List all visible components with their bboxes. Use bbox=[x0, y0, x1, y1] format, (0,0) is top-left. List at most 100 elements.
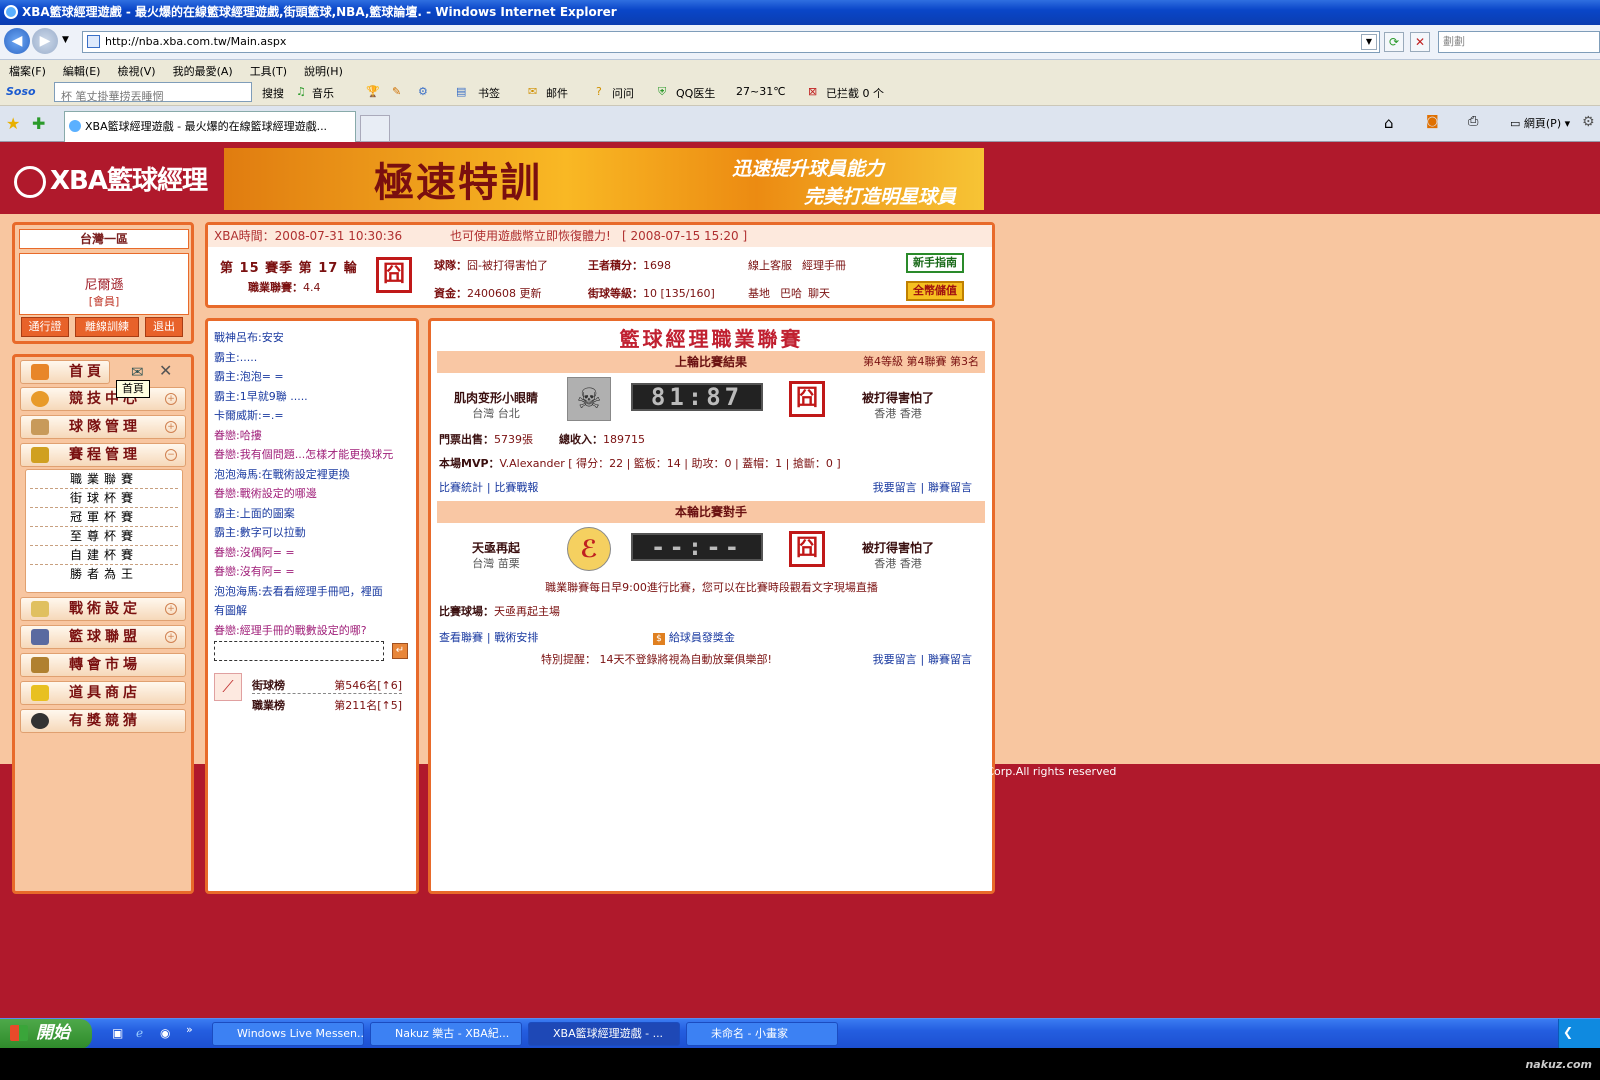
submenu-champion-cup[interactable]: 冠軍杯賽 bbox=[30, 508, 178, 527]
chat-user[interactable]: 眷戀 bbox=[214, 429, 236, 442]
chat-user[interactable]: 泡泡海馬 bbox=[214, 585, 258, 598]
menu-tools[interactable]: 工具(T) bbox=[241, 60, 295, 79]
task-paint[interactable]: 未命名 - 小畫家 bbox=[686, 1022, 838, 1046]
home-icon[interactable]: ⌂ bbox=[1384, 114, 1394, 132]
task-xba[interactable]: XBA籃球經理遊戲 - ... bbox=[528, 1022, 680, 1046]
menu-file[interactable]: 檔案(F) bbox=[0, 60, 54, 79]
site-logo[interactable]: XBA籃球經理 bbox=[14, 160, 208, 198]
banner-ad[interactable]: 極速特訓 迅速提升球員能力 完美打造明星球員 bbox=[224, 148, 984, 210]
submenu-winner[interactable]: 勝者為王 bbox=[30, 565, 178, 584]
chat-user[interactable]: 眷戀 bbox=[214, 448, 236, 461]
chat-user[interactable]: 霸主 bbox=[214, 390, 236, 403]
nav-compete[interactable]: 競技中心 + bbox=[20, 387, 186, 411]
passport-button[interactable]: 通行證 bbox=[21, 317, 69, 337]
base-link[interactable]: 基地 bbox=[748, 285, 770, 301]
nav-shop[interactable]: 道具商店 bbox=[20, 681, 186, 705]
chat-user[interactable]: 眷戀 bbox=[214, 546, 236, 559]
bookmark-button[interactable]: 书签 bbox=[478, 85, 500, 101]
media-icon[interactable]: ◉ bbox=[160, 1026, 170, 1040]
more-quicklaunch-icon[interactable]: » bbox=[186, 1023, 193, 1036]
player-bonus-link[interactable]: 給球員發獎金 bbox=[669, 631, 735, 644]
nav-team[interactable]: 球隊管理 + bbox=[20, 415, 186, 439]
chat-send-icon[interactable]: ↵ bbox=[392, 643, 408, 659]
online-service-link[interactable]: 線上客服 bbox=[748, 257, 792, 273]
add-favorite-icon[interactable]: ✚ bbox=[32, 114, 45, 133]
match-report-link[interactable]: 比賽戰報 bbox=[494, 481, 538, 494]
music-button[interactable]: 音乐 bbox=[312, 85, 334, 101]
chat-user[interactable]: 眷戀 bbox=[214, 487, 236, 500]
trophy-icon[interactable]: 🏆 bbox=[366, 85, 380, 98]
nav-home[interactable]: 首頁 bbox=[20, 360, 110, 384]
leave-comment-link[interactable]: 我要留言 bbox=[873, 481, 917, 494]
task-messenger[interactable]: Windows Live Messen... bbox=[212, 1022, 364, 1046]
chat-user[interactable]: 戰神呂布 bbox=[214, 331, 258, 344]
forward-icon[interactable]: ▶ bbox=[32, 28, 58, 54]
tools-nav-icon[interactable]: ✕ bbox=[159, 361, 172, 380]
address-dropdown-icon[interactable]: ▼ bbox=[1361, 34, 1377, 50]
weather-text[interactable]: 27~31℃ bbox=[736, 85, 786, 98]
menu-help[interactable]: 說明(H) bbox=[295, 60, 351, 79]
stop-icon[interactable]: ✕ bbox=[1410, 32, 1430, 52]
chat-user[interactable]: 霸主 bbox=[214, 370, 236, 383]
menu-view[interactable]: 檢視(V) bbox=[108, 60, 163, 79]
gear-icon[interactable]: ⚙ bbox=[418, 85, 428, 98]
mail-button[interactable]: 邮件 bbox=[546, 85, 568, 101]
nav-tactics[interactable]: 戰術設定 + bbox=[20, 597, 186, 621]
tray-icon[interactable]: ❮ bbox=[1563, 1025, 1573, 1039]
chat-user[interactable]: 眷戀 bbox=[214, 565, 236, 578]
leave-comment-link-2[interactable]: 我要留言 bbox=[873, 653, 917, 666]
chat-user[interactable]: 眷戀 bbox=[214, 624, 236, 637]
mail-nav-icon[interactable]: ✉ bbox=[131, 363, 144, 381]
qq-doctor-button[interactable]: QQ医生 bbox=[676, 85, 715, 101]
next-away-team-name[interactable]: 被打得害怕了 bbox=[843, 539, 953, 556]
manual-link[interactable]: 經理手冊 bbox=[802, 257, 846, 273]
chat-user[interactable]: 霸主 bbox=[214, 526, 236, 539]
rss-icon[interactable]: ◙ bbox=[1426, 114, 1439, 129]
home-team-avatar[interactable]: ☠ bbox=[567, 377, 611, 421]
popup-blocked-text[interactable]: 已拦截 0 个 bbox=[826, 85, 884, 101]
chat-user[interactable]: 霸主 bbox=[214, 507, 236, 520]
page-menu-button[interactable]: ▭ 網頁(P) ▾ bbox=[1510, 115, 1570, 131]
history-dropdown-icon[interactable]: ▼ bbox=[62, 35, 69, 45]
browser-search-input[interactable]: 劃劃 bbox=[1438, 31, 1600, 53]
submenu-street-cup[interactable]: 街球杯賽 bbox=[30, 489, 178, 508]
logout-button[interactable]: 退出 bbox=[145, 317, 183, 337]
notice-text[interactable]: 也可使用遊戲幣立即恢復體力! bbox=[450, 225, 611, 247]
nav-schedule[interactable]: 賽程管理 − bbox=[20, 443, 186, 467]
menu-favorites[interactable]: 我的最愛(A) bbox=[164, 60, 241, 79]
nav-lottery[interactable]: 有獎競猜 bbox=[20, 709, 186, 733]
start-button[interactable]: 開始 bbox=[0, 1019, 92, 1049]
chat-user[interactable]: 霸主 bbox=[214, 351, 236, 364]
newbie-guide-button[interactable]: 新手指南 bbox=[906, 253, 964, 273]
address-input[interactable]: http://nba.xba.com.tw/Main.aspx ▼ bbox=[82, 31, 1380, 53]
topup-button[interactable]: 全幣儲值 bbox=[906, 281, 964, 301]
next-home-team-avatar[interactable]: ℰ bbox=[567, 527, 611, 571]
soso-search-button[interactable]: 搜搜 bbox=[262, 85, 284, 101]
tab-active[interactable]: XBA籃球經理遊戲 - 最火爆的在線籃球經理遊戲... bbox=[64, 111, 356, 142]
chat-user[interactable]: 泡泡海馬 bbox=[214, 468, 258, 481]
new-tab-button[interactable] bbox=[360, 115, 390, 142]
match-stats-link[interactable]: 比賽統計 bbox=[439, 481, 483, 494]
ask-button[interactable]: 问问 bbox=[612, 85, 634, 101]
view-league-link[interactable]: 查看聯賽 bbox=[439, 631, 483, 644]
back-icon[interactable]: ◀ bbox=[4, 28, 30, 54]
offline-training-button[interactable]: 離線訓練 bbox=[75, 317, 139, 337]
home-team-name[interactable]: 肌肉变形小眼睛 bbox=[441, 389, 551, 406]
soso-search-input[interactable]: 杯 笔丈掛華捞丟睡惘 bbox=[54, 82, 252, 103]
next-home-team-name[interactable]: 天亟再起 bbox=[441, 539, 551, 556]
favorites-star-icon[interactable]: ★ bbox=[6, 114, 20, 133]
submenu-custom-cup[interactable]: 自建杯賽 bbox=[30, 546, 178, 565]
system-tray[interactable]: ❮ bbox=[1558, 1019, 1600, 1049]
chat-link[interactable]: 聊天 bbox=[808, 285, 830, 301]
pen-icon[interactable]: ✎ bbox=[392, 85, 401, 98]
soso-logo[interactable]: Soso bbox=[6, 85, 36, 98]
tactics-arrange-link[interactable]: 戰術安排 bbox=[494, 631, 538, 644]
task-nakuz[interactable]: Nakuz 樂古 - XBA紀... bbox=[370, 1022, 522, 1046]
submenu-pro-league[interactable]: 職業聯賽 bbox=[30, 470, 178, 489]
menu-edit[interactable]: 編輯(E) bbox=[54, 60, 109, 79]
submenu-supreme-cup[interactable]: 至尊杯賽 bbox=[30, 527, 178, 546]
print-icon[interactable]: ⎙ bbox=[1468, 114, 1478, 129]
bahamut-link[interactable]: 巴哈 bbox=[780, 285, 802, 301]
update-link[interactable]: 更新 bbox=[520, 287, 542, 300]
chat-user[interactable]: 卡爾威斯 bbox=[214, 409, 258, 422]
